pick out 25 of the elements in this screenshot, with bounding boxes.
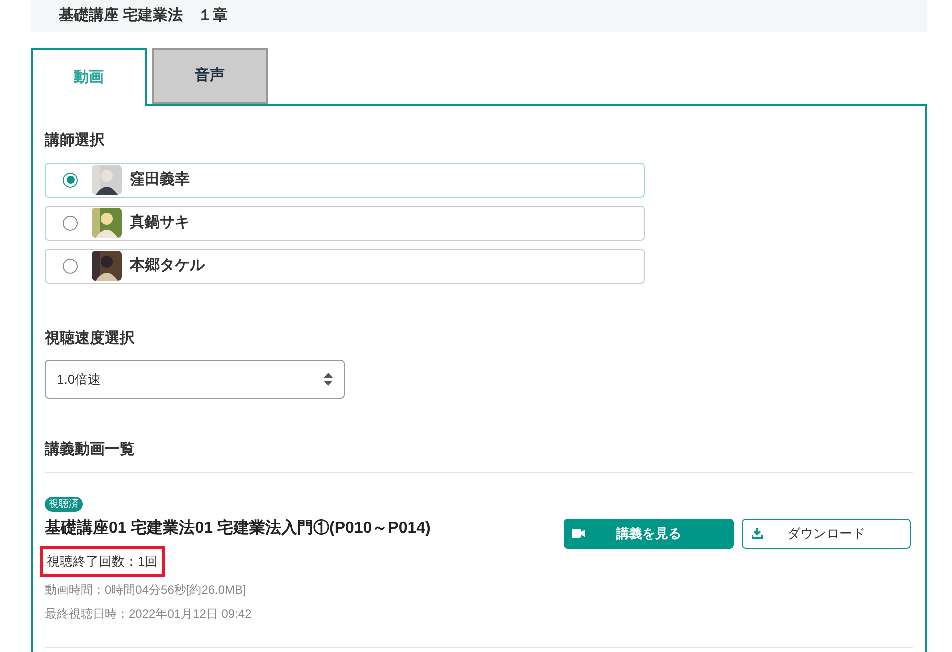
- radio-button[interactable]: [63, 172, 78, 188]
- watched-badge: 視聴済: [45, 496, 83, 512]
- instructor-name: 本郷タケル: [130, 256, 205, 276]
- radio-button[interactable]: [63, 258, 78, 274]
- page-title: 基礎講座 宅建業法 １章: [59, 6, 228, 26]
- video-title: 基礎講座01 宅建業法01 宅建業法入門①(P010～P014): [45, 518, 431, 538]
- instructor-option[interactable]: 真鍋サキ: [45, 206, 645, 240]
- section-heading: 視聴速度選択: [45, 328, 135, 348]
- download-button[interactable]: ダウンロード: [742, 518, 911, 548]
- instructor-name: 真鍋サキ: [130, 212, 190, 233]
- section-heading: 講師選択: [45, 131, 105, 151]
- download-icon: [752, 528, 763, 539]
- radio-button[interactable]: [63, 216, 78, 230]
- video-camera-icon: [572, 529, 585, 538]
- instructor-name: 窪田義幸: [130, 170, 190, 190]
- tab[interactable]: 音声: [152, 48, 268, 104]
- section-heading: 講義動画一覧: [45, 440, 135, 460]
- speed-select[interactable]: 1.0倍速: [45, 360, 345, 399]
- last-viewed: 最終視聴日時：2022年01月12日 09:42: [45, 606, 253, 623]
- watch-button[interactable]: 講義を見る: [564, 518, 734, 548]
- video-duration: 動画時間：0時間04分56秒[約26.0MB]: [45, 582, 248, 599]
- sort-caret-icon: [324, 373, 333, 386]
- completion-count: 視聴終了回数：1回: [40, 546, 166, 577]
- instructor-option[interactable]: 本郷タケル: [45, 248, 645, 284]
- instructor-option[interactable]: 窪田義幸: [45, 162, 645, 198]
